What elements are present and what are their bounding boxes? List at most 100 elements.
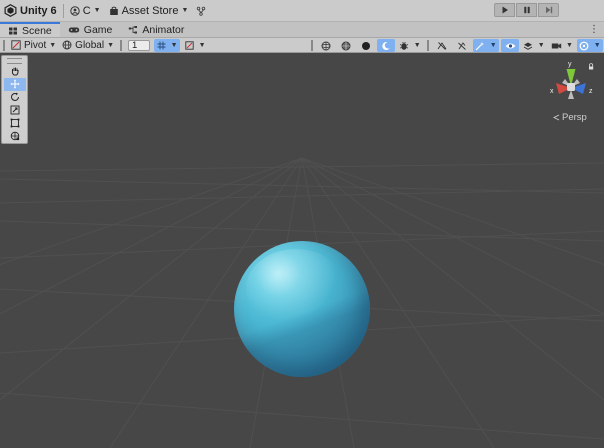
gizmo-y-label: y: [568, 61, 572, 68]
account-dropdown[interactable]: C ▼: [66, 0, 105, 22]
divider: [62, 3, 64, 18]
hand-tool-button[interactable]: [4, 65, 26, 78]
snap-increment-dropdown[interactable]: ▼: [182, 39, 208, 52]
scene-viewport[interactable]: y x z Persp: [0, 53, 604, 448]
more-options-icon[interactable]: ⋮: [589, 24, 599, 35]
tab-animator[interactable]: Animator: [120, 22, 192, 37]
scale-tool-button[interactable]: [4, 104, 26, 117]
shaded-wireframe-button[interactable]: [337, 39, 355, 52]
chevron-down-icon: ▼: [170, 41, 178, 49]
grid-visibility-dropdown[interactable]: ▼: [154, 38, 181, 52]
top-bar: Unity 6 C ▼ Asset Store ▼: [0, 0, 604, 22]
global-label: Global: [75, 39, 105, 51]
chevron-down-icon: ▼: [49, 41, 57, 49]
rect-tool-icon: [10, 118, 19, 128]
effects-dropdown[interactable]: ▼: [473, 39, 499, 52]
grid-icon: [157, 41, 166, 49]
play-button[interactable]: [494, 3, 515, 17]
gizmos-icon: [579, 41, 589, 50]
chevron-down-icon: ▼: [566, 42, 573, 49]
version-control-button[interactable]: [192, 0, 210, 22]
rect-tool-button[interactable]: [4, 117, 26, 130]
global-dropdown[interactable]: Global ▼: [59, 39, 117, 52]
palette-grip[interactable]: [7, 58, 22, 64]
version-control-icon: [197, 6, 206, 16]
chevron-down-icon: ▼: [413, 42, 421, 49]
chevron-down-icon: ▼: [593, 42, 601, 49]
scene-toolbar: Pivot ▼ Global ▼ 1 ▼ ▼ ▼ ▼ ▼ ▼ ▼: [0, 38, 604, 53]
camera-settings-dropdown[interactable]: ▼: [549, 39, 575, 52]
gizmo-neg-y-axis[interactable]: [568, 90, 574, 99]
toolbar-grip[interactable]: [3, 39, 5, 51]
rotate-tool-icon: [10, 92, 19, 102]
toolbar-grip[interactable]: [427, 40, 429, 51]
unlit-button[interactable]: [377, 39, 395, 52]
chevron-down-icon: ▼: [537, 42, 545, 49]
gizmo-z-label: z: [589, 88, 593, 95]
hand-tool-icon: [11, 67, 18, 76]
asset-store-dropdown[interactable]: Asset Store ▼: [105, 0, 193, 22]
step-icon: [545, 6, 552, 14]
transform-tool-button[interactable]: [4, 130, 26, 143]
projection-toggle[interactable]: Persp: [553, 112, 587, 123]
gizmo-lock-icon[interactable]: [589, 63, 594, 67]
shaded-wireframe-icon: [341, 41, 351, 50]
tab-label: Scene: [22, 24, 52, 37]
tab-label: Game: [83, 23, 113, 36]
orientation-gizmo[interactable]: y x z: [544, 57, 602, 113]
audio-toggle-button[interactable]: [453, 39, 471, 52]
animator-icon: [129, 25, 138, 33]
snap-icon: [184, 40, 194, 50]
grid-snap-field[interactable]: 1: [128, 39, 151, 51]
eye-icon: [505, 43, 515, 48]
2d-lighting-icon: [437, 41, 447, 50]
gizmo-x-label: x: [550, 88, 554, 95]
gamepad-icon: [68, 27, 79, 32]
unity-menu[interactable]: Unity 6: [0, 0, 61, 22]
pause-button[interactable]: [516, 3, 537, 17]
pivot-label: Pivot: [24, 39, 47, 51]
layers-dropdown[interactable]: ▼: [521, 39, 547, 52]
chevron-down-icon: ▼: [181, 7, 189, 14]
account-icon: [69, 5, 80, 16]
scene-icon: [9, 27, 17, 34]
asset-store-icon: [109, 6, 118, 15]
tab-label: Animator: [142, 23, 185, 36]
step-button[interactable]: [538, 3, 559, 17]
tool-palette: [1, 55, 28, 144]
wireframe-shading-button[interactable]: [317, 39, 335, 52]
scene-visibility-button[interactable]: [501, 39, 519, 52]
pause-icon: [523, 6, 530, 14]
2d-toggle-button[interactable]: [433, 39, 451, 52]
effects-icon: [475, 41, 485, 50]
editor-tab-bar: Scene Game Animator ⋮: [0, 22, 604, 38]
asset-store-label: Asset Store: [121, 4, 179, 17]
tab-game[interactable]: Game: [60, 22, 121, 37]
shaded-button[interactable]: [357, 39, 375, 52]
rotate-tool-button[interactable]: [4, 91, 26, 104]
sphere-object[interactable]: [234, 241, 370, 377]
chevron-down-icon: ▼: [107, 41, 115, 49]
chevron-down-icon: ▼: [93, 7, 101, 14]
debug-draw-mode-dropdown[interactable]: ▼: [397, 39, 423, 52]
audio-muted-icon: [458, 41, 466, 50]
toolbar-grip[interactable]: [120, 39, 123, 51]
play-controls: [494, 3, 559, 17]
scale-tool-icon: [10, 105, 19, 115]
toolbar-grip[interactable]: [311, 40, 313, 51]
camera-icon: [551, 43, 562, 48]
layers-icon: [524, 42, 533, 50]
shaded-sphere-icon: [362, 41, 370, 50]
gizmo-lock-body: [589, 66, 594, 70]
account-label: C: [82, 4, 91, 17]
gizmos-dropdown[interactable]: ▼: [577, 39, 603, 52]
chevron-down-icon: ▼: [198, 41, 206, 49]
projection-label: Persp: [562, 112, 587, 123]
gizmo-center[interactable]: [567, 83, 575, 91]
scene-view-options: ▼ ▼ ▼ ▼ ▼: [308, 38, 604, 53]
globe-icon: [62, 40, 72, 50]
pivot-dropdown[interactable]: Pivot ▼: [8, 39, 59, 52]
move-tool-button[interactable]: [3, 78, 26, 91]
tab-scene[interactable]: Scene: [0, 22, 60, 37]
pivot-icon: [11, 40, 21, 50]
